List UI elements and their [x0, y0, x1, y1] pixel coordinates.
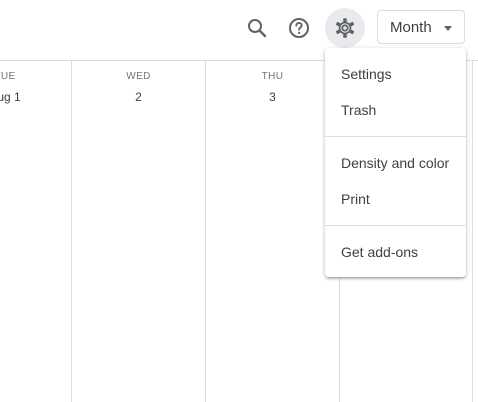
day-header-wed: WED 2: [72, 71, 205, 104]
column-divider: [205, 61, 206, 402]
settings-icon[interactable]: [325, 8, 365, 48]
day-header-thu: THU 3: [206, 71, 339, 104]
day-of-week: WED: [126, 71, 151, 82]
menu-item-settings[interactable]: Settings: [325, 56, 466, 92]
menu-item-density-and-color[interactable]: Density and color: [325, 145, 466, 181]
day-header-tue: TUE Aug 1: [0, 71, 41, 104]
settings-menu: Settings Trash Density and color Print G…: [325, 48, 466, 277]
menu-divider: [325, 225, 466, 226]
day-number[interactable]: 3: [206, 90, 339, 104]
day-of-week: THU: [261, 71, 284, 82]
view-select[interactable]: Month: [377, 10, 465, 44]
search-icon[interactable]: [237, 8, 277, 48]
menu-item-trash[interactable]: Trash: [325, 92, 466, 128]
day-number[interactable]: 2: [72, 90, 205, 104]
help-icon[interactable]: [279, 8, 319, 48]
menu-item-get-add-ons[interactable]: Get add-ons: [325, 234, 466, 270]
column-divider: [71, 61, 72, 402]
day-of-week: TUE: [0, 71, 16, 82]
chevron-down-icon: [444, 26, 452, 31]
day-number[interactable]: Aug 1: [0, 90, 41, 104]
view-select-label: Month: [390, 18, 432, 36]
menu-divider: [325, 136, 466, 137]
menu-item-print[interactable]: Print: [325, 181, 466, 217]
column-divider: [472, 61, 473, 402]
